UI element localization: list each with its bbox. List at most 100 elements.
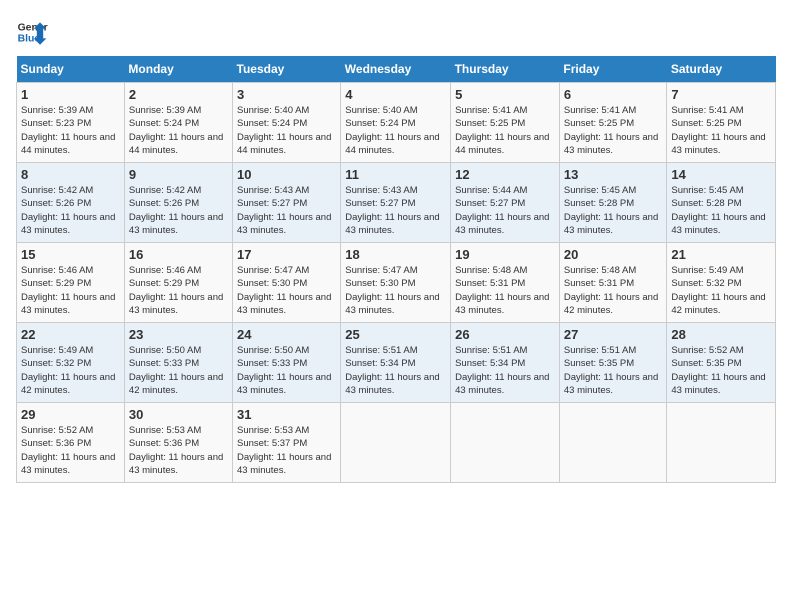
day-info: Sunrise: 5:49 AMSunset: 5:32 PMDaylight:… (21, 345, 115, 396)
day-info: Sunrise: 5:47 AMSunset: 5:30 PMDaylight:… (345, 265, 439, 316)
header-wednesday: Wednesday (341, 56, 451, 83)
calendar-cell: 23 Sunrise: 5:50 AMSunset: 5:33 PMDaylig… (124, 323, 232, 403)
calendar-cell: 15 Sunrise: 5:46 AMSunset: 5:29 PMDaylig… (17, 243, 125, 323)
calendar-cell: 6 Sunrise: 5:41 AMSunset: 5:25 PMDayligh… (559, 83, 666, 163)
calendar-cell: 4 Sunrise: 5:40 AMSunset: 5:24 PMDayligh… (341, 83, 451, 163)
calendar-cell: 28 Sunrise: 5:52 AMSunset: 5:35 PMDaylig… (667, 323, 776, 403)
day-info: Sunrise: 5:39 AMSunset: 5:24 PMDaylight:… (129, 105, 223, 156)
calendar-cell: 10 Sunrise: 5:43 AMSunset: 5:27 PMDaylig… (233, 163, 341, 243)
calendar-cell: 3 Sunrise: 5:40 AMSunset: 5:24 PMDayligh… (233, 83, 341, 163)
calendar-cell: 5 Sunrise: 5:41 AMSunset: 5:25 PMDayligh… (451, 83, 560, 163)
day-number: 21 (671, 247, 771, 262)
day-number: 23 (129, 327, 228, 342)
header: General Blue (16, 16, 776, 48)
calendar-cell: 31 Sunrise: 5:53 AMSunset: 5:37 PMDaylig… (233, 403, 341, 483)
calendar-cell: 8 Sunrise: 5:42 AMSunset: 5:26 PMDayligh… (17, 163, 125, 243)
calendar-cell: 12 Sunrise: 5:44 AMSunset: 5:27 PMDaylig… (451, 163, 560, 243)
calendar-cell: 17 Sunrise: 5:47 AMSunset: 5:30 PMDaylig… (233, 243, 341, 323)
calendar-cell (667, 403, 776, 483)
calendar-cell: 21 Sunrise: 5:49 AMSunset: 5:32 PMDaylig… (667, 243, 776, 323)
week-row-4: 22 Sunrise: 5:49 AMSunset: 5:32 PMDaylig… (17, 323, 776, 403)
day-info: Sunrise: 5:41 AMSunset: 5:25 PMDaylight:… (455, 105, 549, 156)
day-info: Sunrise: 5:43 AMSunset: 5:27 PMDaylight:… (345, 185, 439, 236)
day-number: 31 (237, 407, 336, 422)
week-row-2: 8 Sunrise: 5:42 AMSunset: 5:26 PMDayligh… (17, 163, 776, 243)
day-info: Sunrise: 5:40 AMSunset: 5:24 PMDaylight:… (345, 105, 439, 156)
day-number: 30 (129, 407, 228, 422)
week-row-1: 1 Sunrise: 5:39 AMSunset: 5:23 PMDayligh… (17, 83, 776, 163)
logo: General Blue (16, 16, 48, 48)
calendar-cell: 27 Sunrise: 5:51 AMSunset: 5:35 PMDaylig… (559, 323, 666, 403)
day-number: 18 (345, 247, 446, 262)
day-number: 11 (345, 167, 446, 182)
day-number: 27 (564, 327, 662, 342)
week-row-5: 29 Sunrise: 5:52 AMSunset: 5:36 PMDaylig… (17, 403, 776, 483)
day-number: 29 (21, 407, 120, 422)
header-monday: Monday (124, 56, 232, 83)
logo-icon: General Blue (16, 16, 48, 48)
header-saturday: Saturday (667, 56, 776, 83)
day-info: Sunrise: 5:46 AMSunset: 5:29 PMDaylight:… (129, 265, 223, 316)
day-info: Sunrise: 5:48 AMSunset: 5:31 PMDaylight:… (564, 265, 658, 316)
week-row-3: 15 Sunrise: 5:46 AMSunset: 5:29 PMDaylig… (17, 243, 776, 323)
calendar-cell: 16 Sunrise: 5:46 AMSunset: 5:29 PMDaylig… (124, 243, 232, 323)
day-number: 22 (21, 327, 120, 342)
calendar-table: SundayMondayTuesdayWednesdayThursdayFrid… (16, 56, 776, 483)
day-number: 3 (237, 87, 336, 102)
day-info: Sunrise: 5:40 AMSunset: 5:24 PMDaylight:… (237, 105, 331, 156)
header-thursday: Thursday (451, 56, 560, 83)
day-number: 26 (455, 327, 555, 342)
day-info: Sunrise: 5:42 AMSunset: 5:26 PMDaylight:… (129, 185, 223, 236)
calendar-cell: 26 Sunrise: 5:51 AMSunset: 5:34 PMDaylig… (451, 323, 560, 403)
calendar-cell: 22 Sunrise: 5:49 AMSunset: 5:32 PMDaylig… (17, 323, 125, 403)
day-info: Sunrise: 5:53 AMSunset: 5:37 PMDaylight:… (237, 425, 331, 476)
day-number: 25 (345, 327, 446, 342)
day-number: 6 (564, 87, 662, 102)
day-info: Sunrise: 5:50 AMSunset: 5:33 PMDaylight:… (237, 345, 331, 396)
calendar-cell: 7 Sunrise: 5:41 AMSunset: 5:25 PMDayligh… (667, 83, 776, 163)
day-number: 8 (21, 167, 120, 182)
calendar-header-row: SundayMondayTuesdayWednesdayThursdayFrid… (17, 56, 776, 83)
day-info: Sunrise: 5:50 AMSunset: 5:33 PMDaylight:… (129, 345, 223, 396)
day-info: Sunrise: 5:51 AMSunset: 5:35 PMDaylight:… (564, 345, 658, 396)
day-number: 20 (564, 247, 662, 262)
day-number: 19 (455, 247, 555, 262)
day-info: Sunrise: 5:48 AMSunset: 5:31 PMDaylight:… (455, 265, 549, 316)
day-info: Sunrise: 5:44 AMSunset: 5:27 PMDaylight:… (455, 185, 549, 236)
calendar-cell (559, 403, 666, 483)
day-number: 15 (21, 247, 120, 262)
day-number: 16 (129, 247, 228, 262)
header-tuesday: Tuesday (233, 56, 341, 83)
day-info: Sunrise: 5:49 AMSunset: 5:32 PMDaylight:… (671, 265, 765, 316)
day-number: 2 (129, 87, 228, 102)
calendar-cell (451, 403, 560, 483)
calendar-cell: 18 Sunrise: 5:47 AMSunset: 5:30 PMDaylig… (341, 243, 451, 323)
day-number: 7 (671, 87, 771, 102)
calendar-cell: 30 Sunrise: 5:53 AMSunset: 5:36 PMDaylig… (124, 403, 232, 483)
calendar-cell: 19 Sunrise: 5:48 AMSunset: 5:31 PMDaylig… (451, 243, 560, 323)
day-number: 24 (237, 327, 336, 342)
calendar-cell (341, 403, 451, 483)
day-info: Sunrise: 5:41 AMSunset: 5:25 PMDaylight:… (564, 105, 658, 156)
day-number: 28 (671, 327, 771, 342)
day-info: Sunrise: 5:52 AMSunset: 5:36 PMDaylight:… (21, 425, 115, 476)
calendar-cell: 13 Sunrise: 5:45 AMSunset: 5:28 PMDaylig… (559, 163, 666, 243)
calendar-cell: 14 Sunrise: 5:45 AMSunset: 5:28 PMDaylig… (667, 163, 776, 243)
day-info: Sunrise: 5:45 AMSunset: 5:28 PMDaylight:… (564, 185, 658, 236)
day-number: 12 (455, 167, 555, 182)
day-number: 5 (455, 87, 555, 102)
day-info: Sunrise: 5:45 AMSunset: 5:28 PMDaylight:… (671, 185, 765, 236)
calendar-cell: 9 Sunrise: 5:42 AMSunset: 5:26 PMDayligh… (124, 163, 232, 243)
calendar-cell: 11 Sunrise: 5:43 AMSunset: 5:27 PMDaylig… (341, 163, 451, 243)
day-number: 9 (129, 167, 228, 182)
day-info: Sunrise: 5:47 AMSunset: 5:30 PMDaylight:… (237, 265, 331, 316)
calendar-cell: 24 Sunrise: 5:50 AMSunset: 5:33 PMDaylig… (233, 323, 341, 403)
day-number: 17 (237, 247, 336, 262)
day-number: 14 (671, 167, 771, 182)
calendar-cell: 1 Sunrise: 5:39 AMSunset: 5:23 PMDayligh… (17, 83, 125, 163)
header-friday: Friday (559, 56, 666, 83)
day-number: 13 (564, 167, 662, 182)
day-info: Sunrise: 5:52 AMSunset: 5:35 PMDaylight:… (671, 345, 765, 396)
calendar-cell: 25 Sunrise: 5:51 AMSunset: 5:34 PMDaylig… (341, 323, 451, 403)
day-info: Sunrise: 5:46 AMSunset: 5:29 PMDaylight:… (21, 265, 115, 316)
